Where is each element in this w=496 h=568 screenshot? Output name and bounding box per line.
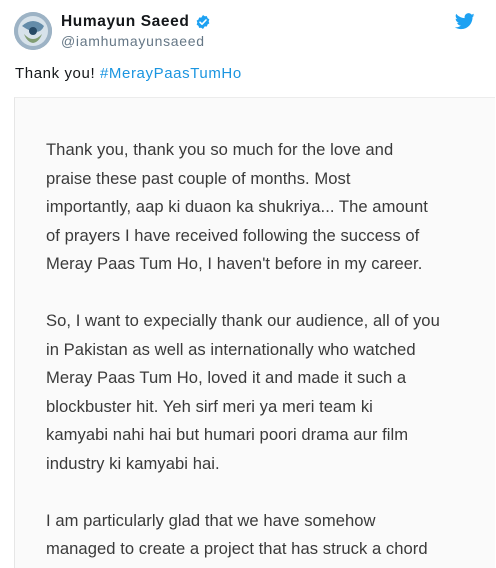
hashtag-link[interactable]: #MerayPaasTumHo bbox=[100, 65, 242, 82]
author-name[interactable]: Humayun Saeed bbox=[61, 13, 189, 31]
letter-paragraph-1: Thank you, thank you so much for the lov… bbox=[46, 140, 428, 274]
tweet-text-body: Thank you! bbox=[15, 65, 100, 82]
twitter-bird-icon[interactable] bbox=[454, 13, 475, 30]
letter-text: Thank you, thank you so much for the lov… bbox=[46, 136, 476, 568]
letter-paragraph-2: So, I want to expecially thank our audie… bbox=[46, 310, 440, 473]
avatar[interactable] bbox=[14, 12, 52, 50]
tweet-image[interactable]: Thank you, thank you so much for the lov… bbox=[14, 97, 495, 568]
tweet-text: Thank you! #MerayPaasTumHo bbox=[15, 65, 242, 82]
tweet-card: Humayun Saeed @iamhumayunsaeed Thank you… bbox=[0, 0, 496, 568]
author-handle[interactable]: @iamhumayunsaeed bbox=[61, 33, 205, 49]
verified-badge-icon bbox=[195, 14, 211, 30]
author-name-row[interactable]: Humayun Saeed bbox=[61, 13, 211, 31]
letter-paragraph-3: I am particularly glad that we have some… bbox=[46, 510, 428, 559]
